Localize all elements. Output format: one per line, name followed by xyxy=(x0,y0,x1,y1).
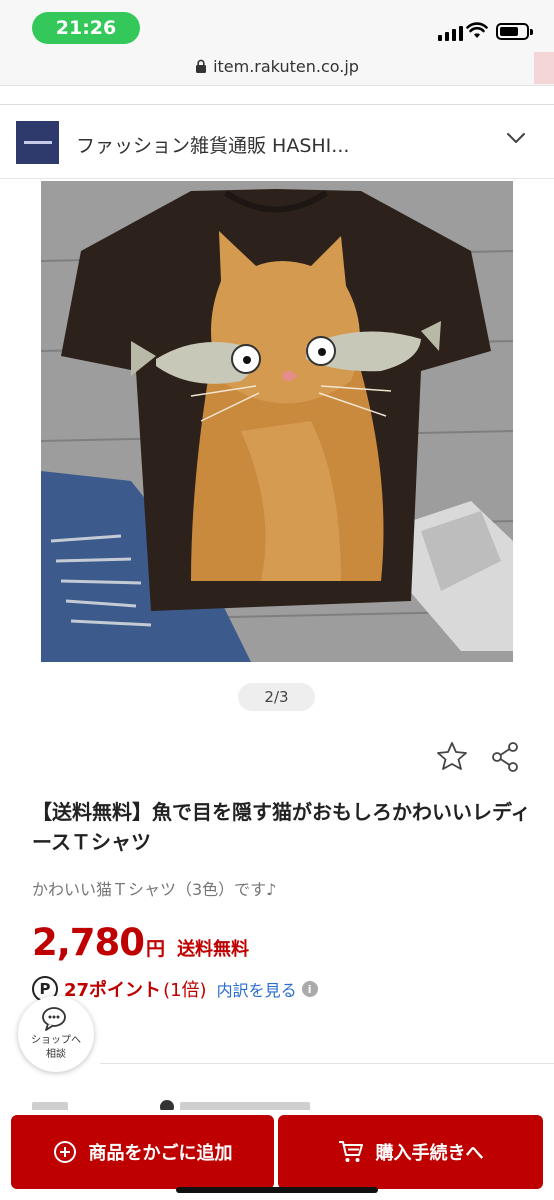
price-row: 2,780 円 送料無料 xyxy=(32,921,249,964)
share-icon[interactable] xyxy=(491,742,519,772)
home-indicator xyxy=(176,1187,378,1193)
shop-logo xyxy=(16,121,59,164)
status-time: 21:26 xyxy=(32,12,140,44)
chevron-down-icon[interactable] xyxy=(506,131,526,145)
cellular-signal-icon xyxy=(438,26,463,41)
plus-circle-icon xyxy=(53,1140,77,1164)
free-shipping-label: 送料無料 xyxy=(177,939,250,960)
checkout-label: 購入手続きへ xyxy=(375,1143,484,1164)
chat-bubble-icon xyxy=(42,1007,66,1031)
add-to-cart-button[interactable]: 商品をかごに追加 xyxy=(11,1115,274,1189)
product-catch-copy: かわいい猫Ｔシャツ（3色）です♪ xyxy=(32,880,277,899)
point-breakdown-link[interactable]: 内訳を見る xyxy=(217,977,297,1001)
status-bar: 21:26 xyxy=(0,0,554,48)
shop-header[interactable]: ファッション雑貨通販 HASHI... xyxy=(0,105,554,179)
image-page-indicator: 2/3 xyxy=(238,683,315,711)
chat-label-line2: 相談 xyxy=(46,1049,66,1060)
divider xyxy=(100,1063,554,1064)
wifi-icon xyxy=(466,22,488,38)
product-price: 2,780 xyxy=(32,921,145,964)
price-currency: 円 xyxy=(146,938,166,960)
cart-icon xyxy=(338,1140,364,1164)
add-to-cart-label: 商品をかごに追加 xyxy=(88,1143,233,1164)
point-multiplier: (1倍) xyxy=(163,980,207,1001)
info-icon[interactable]: i xyxy=(301,981,318,997)
point-amount: 27ポイント xyxy=(64,980,162,1001)
tshirt-cat-illustration xyxy=(41,181,513,662)
address-bar[interactable]: item.rakuten.co.jp xyxy=(0,48,554,86)
product-title: 【送料無料】魚で目を隠す猫がおもしろかわいいレディースＴシャツ xyxy=(32,800,531,854)
points-row: P 27ポイント (1倍) 内訳を見る i xyxy=(32,976,318,1002)
battery-icon xyxy=(496,23,533,40)
chat-label-line1: ショップへ xyxy=(31,1035,81,1046)
url-text: item.rakuten.co.jp xyxy=(213,57,359,76)
shop-consult-button[interactable]: ショップへ 相談 xyxy=(18,996,94,1072)
lock-icon xyxy=(195,59,207,74)
checkout-button[interactable]: 購入手続きへ xyxy=(278,1115,543,1189)
product-image[interactable] xyxy=(41,181,513,662)
shop-name: ファッション雑貨通販 HASHI... xyxy=(76,135,350,157)
tab-edge-marker xyxy=(534,52,554,84)
star-icon[interactable] xyxy=(436,741,468,771)
